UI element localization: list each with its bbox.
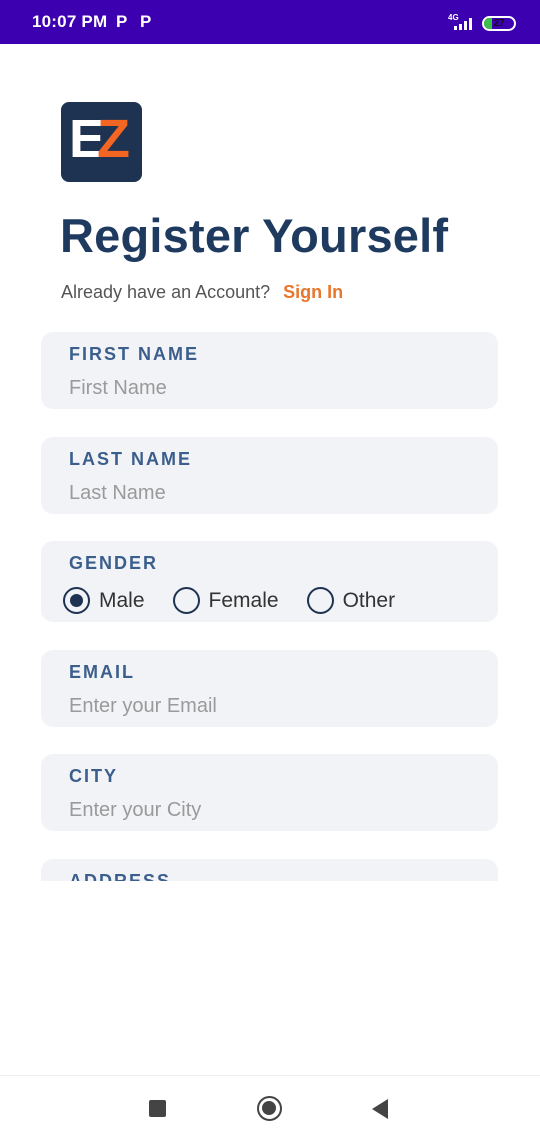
gender-option-label: Other [342, 588, 396, 612]
notification-p-icon: P [140, 12, 152, 31]
last-name-input[interactable] [69, 479, 469, 507]
email-input[interactable] [69, 692, 469, 720]
first-name-card: FIRST NAME [41, 332, 498, 409]
gender-radio-female[interactable]: Female [172, 587, 279, 614]
signin-link[interactable]: Sign In [283, 282, 343, 302]
gender-radio-male[interactable]: Male [63, 587, 145, 614]
city-label: CITY [69, 766, 119, 786]
status-bar: 10:07 PM P P 4G 27 [0, 0, 540, 44]
notification-p-icon: P [116, 12, 128, 31]
last-name-label: LAST NAME [69, 449, 192, 469]
first-name-label: FIRST NAME [69, 344, 199, 364]
address-label: ADDRESS [69, 871, 172, 881]
gender-card: GENDER Male Female Other [41, 541, 498, 622]
page-title: Register Yourself [60, 209, 449, 262]
battery-percent: 27 [493, 18, 505, 29]
home-icon[interactable] [257, 1096, 282, 1121]
city-card: CITY [41, 754, 498, 831]
gender-radio-other[interactable]: Other [306, 587, 396, 614]
signin-prompt: Already have an Account? [61, 282, 271, 302]
last-name-card: LAST NAME [41, 437, 498, 514]
address-card: ADDRESS [41, 859, 498, 881]
radio-checked-icon [63, 587, 90, 614]
signin-row: Already have an Account? Sign In [61, 282, 343, 303]
back-icon[interactable] [372, 1099, 388, 1119]
logo-letter-z: Z [97, 109, 130, 169]
gender-label: GENDER [69, 553, 159, 573]
gender-option-label: Male [99, 588, 145, 612]
city-input[interactable] [69, 796, 469, 824]
status-time: 10:07 PM [32, 12, 108, 31]
gender-option-label: Female [208, 588, 279, 612]
radio-unchecked-icon [172, 587, 200, 614]
battery-icon: 27 [482, 16, 516, 31]
signal-icon: 4G [446, 13, 474, 32]
radio-unchecked-icon [306, 587, 334, 614]
first-name-input[interactable] [69, 374, 469, 402]
recents-icon[interactable] [149, 1100, 166, 1117]
registration-form[interactable]: FIRST NAME LAST NAME GENDER Male Female … [0, 320, 540, 881]
email-label: EMAIL [69, 662, 135, 682]
app-logo: E Z [61, 102, 142, 182]
email-card: EMAIL [41, 650, 498, 727]
gender-radio-group: Male Female Other [63, 587, 423, 614]
system-nav-bar [0, 1075, 540, 1140]
